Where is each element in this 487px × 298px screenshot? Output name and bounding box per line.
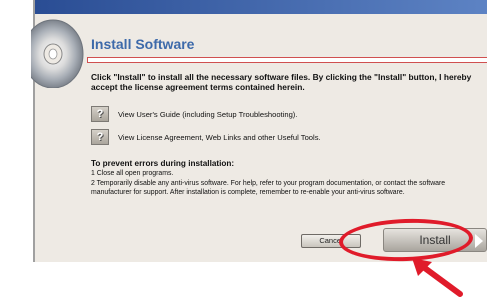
red-pointer-arrow-icon (412, 258, 463, 297)
warning-step-1: 1 Close all open programs. (91, 170, 174, 177)
users-guide-link[interactable]: ? View User's Guide (including Setup Tro… (91, 105, 297, 123)
users-guide-label[interactable]: View User's Guide (including Setup Troub… (118, 110, 297, 119)
license-agreement-label[interactable]: View License Agreement, Web Links and ot… (118, 133, 321, 142)
question-icon[interactable]: ? (91, 129, 109, 145)
top-bar (35, 0, 487, 14)
warning-step-2: 2 Temporarily disable any anti-virus sof… (91, 180, 446, 196)
arrow-right-icon (475, 234, 483, 248)
warning-heading: To prevent errors during installation: (91, 159, 235, 168)
question-icon[interactable]: ? (91, 106, 109, 122)
page-title: Install Software (91, 36, 195, 52)
license-agreement-link[interactable]: ? View License Agreement, Web Links and … (91, 128, 321, 146)
cd-disc-icon (31, 19, 84, 88)
intro-text: Click "Install" to install all the neces… (91, 72, 472, 92)
title-divider (87, 57, 487, 63)
